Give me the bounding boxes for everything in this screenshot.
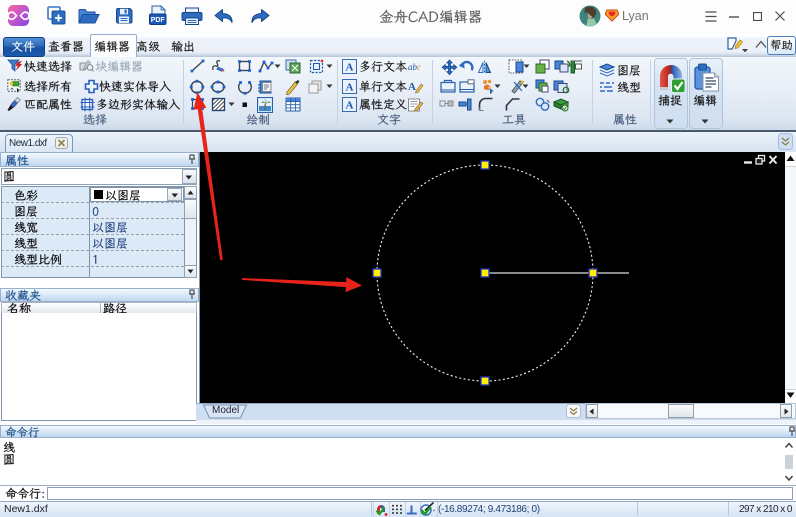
svg-text:A: A	[408, 81, 416, 93]
svg-text:A: A	[346, 82, 354, 94]
svg-text:PDF: PDF	[151, 17, 166, 24]
svg-text:A: A	[346, 100, 354, 112]
svg-text:A: A	[346, 62, 354, 74]
svg-text:c: c	[417, 62, 421, 72]
